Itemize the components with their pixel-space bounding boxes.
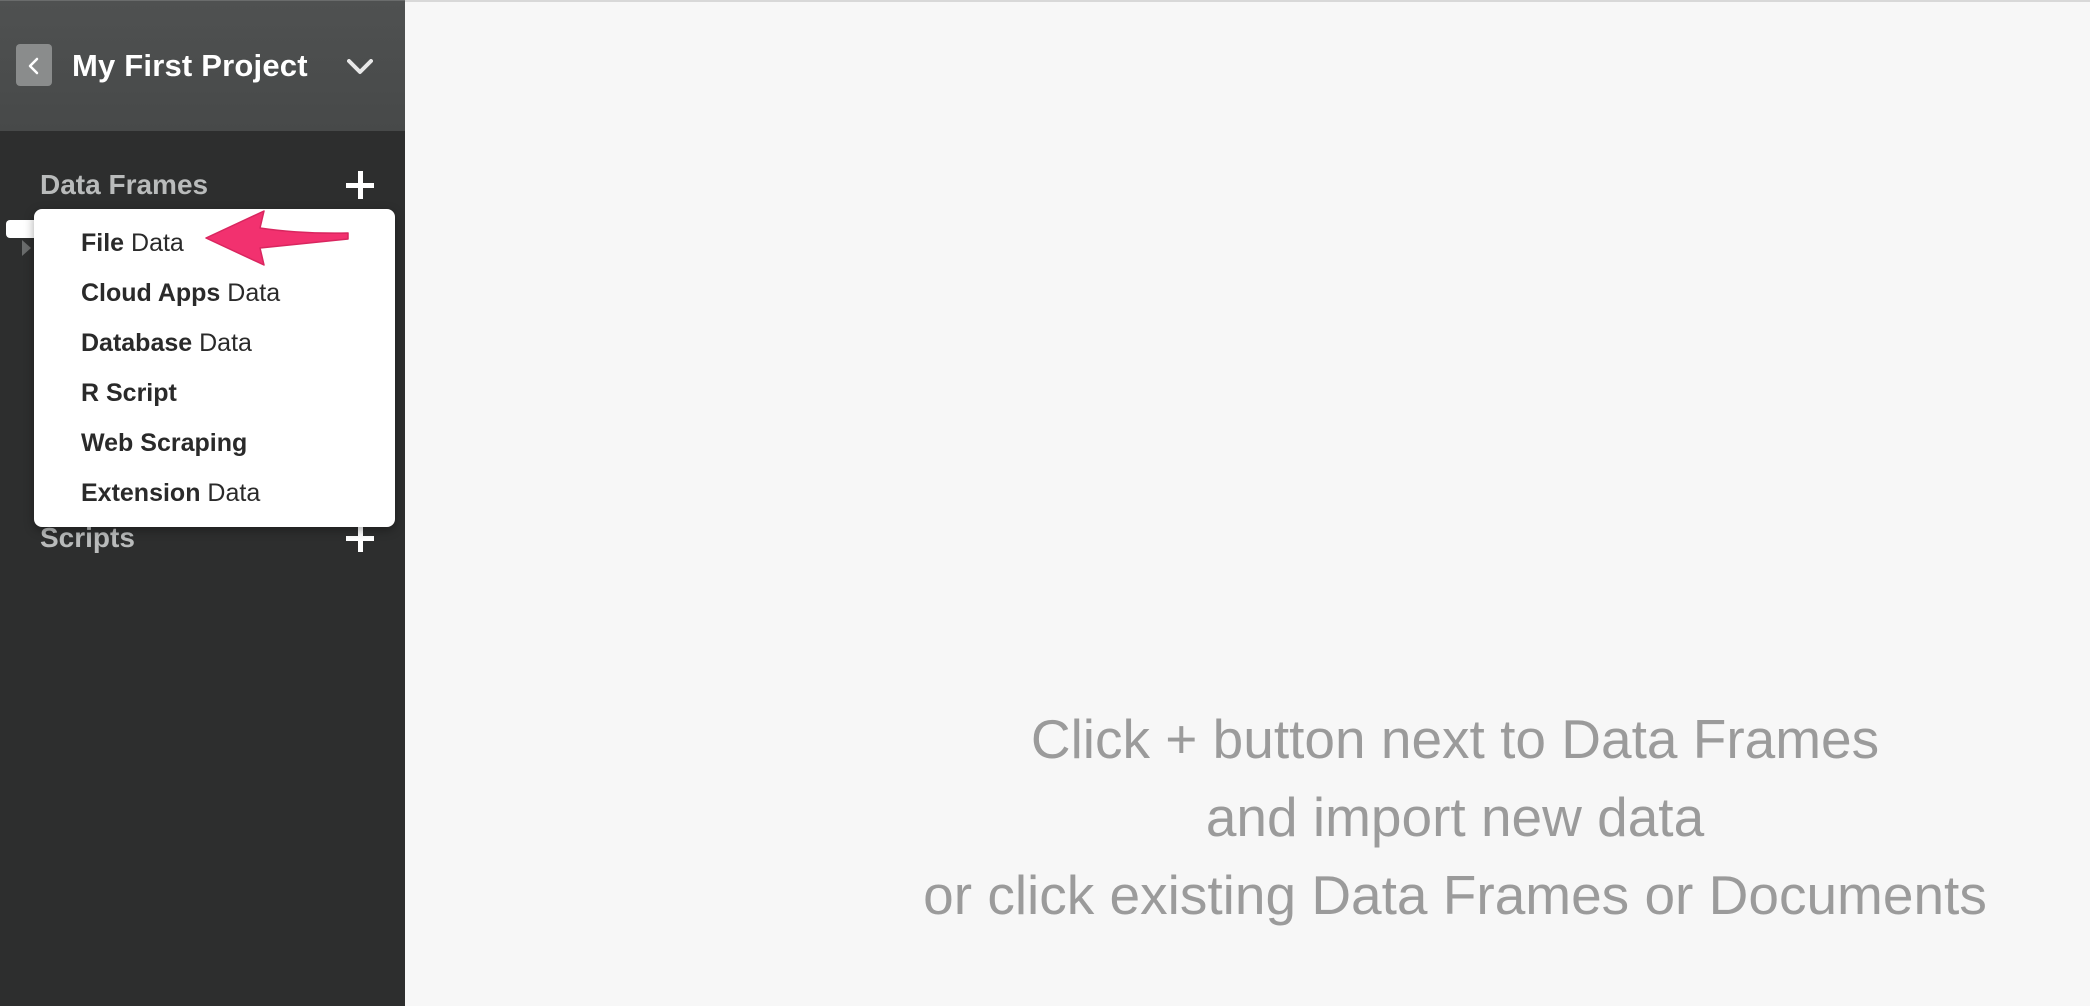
menu-item-file-data[interactable]: File Data	[81, 221, 184, 265]
menu-item-web-scraping[interactable]: Web Scraping	[81, 421, 247, 465]
menu-item-database-data[interactable]: Database Data	[81, 321, 252, 365]
project-header: My First Project	[0, 0, 405, 131]
add-data-frame-button[interactable]	[343, 168, 377, 202]
project-title[interactable]: My First Project	[72, 46, 308, 86]
annotation-arrow-icon	[205, 210, 349, 266]
expand-triangle-icon[interactable]	[22, 240, 31, 256]
chevron-down-icon[interactable]	[347, 59, 373, 75]
menu-item-cloud-apps-data[interactable]: Cloud Apps Data	[81, 271, 280, 315]
main-content: Click + button next to Data Frames and i…	[405, 0, 2090, 1006]
data-frames-label: Data Frames	[40, 169, 209, 200]
menu-item-extension-data[interactable]: Extension Data	[81, 471, 260, 515]
hint-line: Click + button next to Data Frames	[1030, 708, 1880, 770]
back-button[interactable]	[16, 44, 52, 86]
hint-line: or click existing Data Frames or Documen…	[923, 864, 1987, 926]
chevron-left-icon	[28, 57, 39, 75]
top-divider	[405, 0, 2090, 2]
empty-state-hint: Click + button next to Data Frames and i…	[855, 700, 2055, 934]
menu-item-r-script[interactable]: R Script	[81, 371, 177, 415]
hint-line: and import new data	[1205, 786, 1705, 848]
